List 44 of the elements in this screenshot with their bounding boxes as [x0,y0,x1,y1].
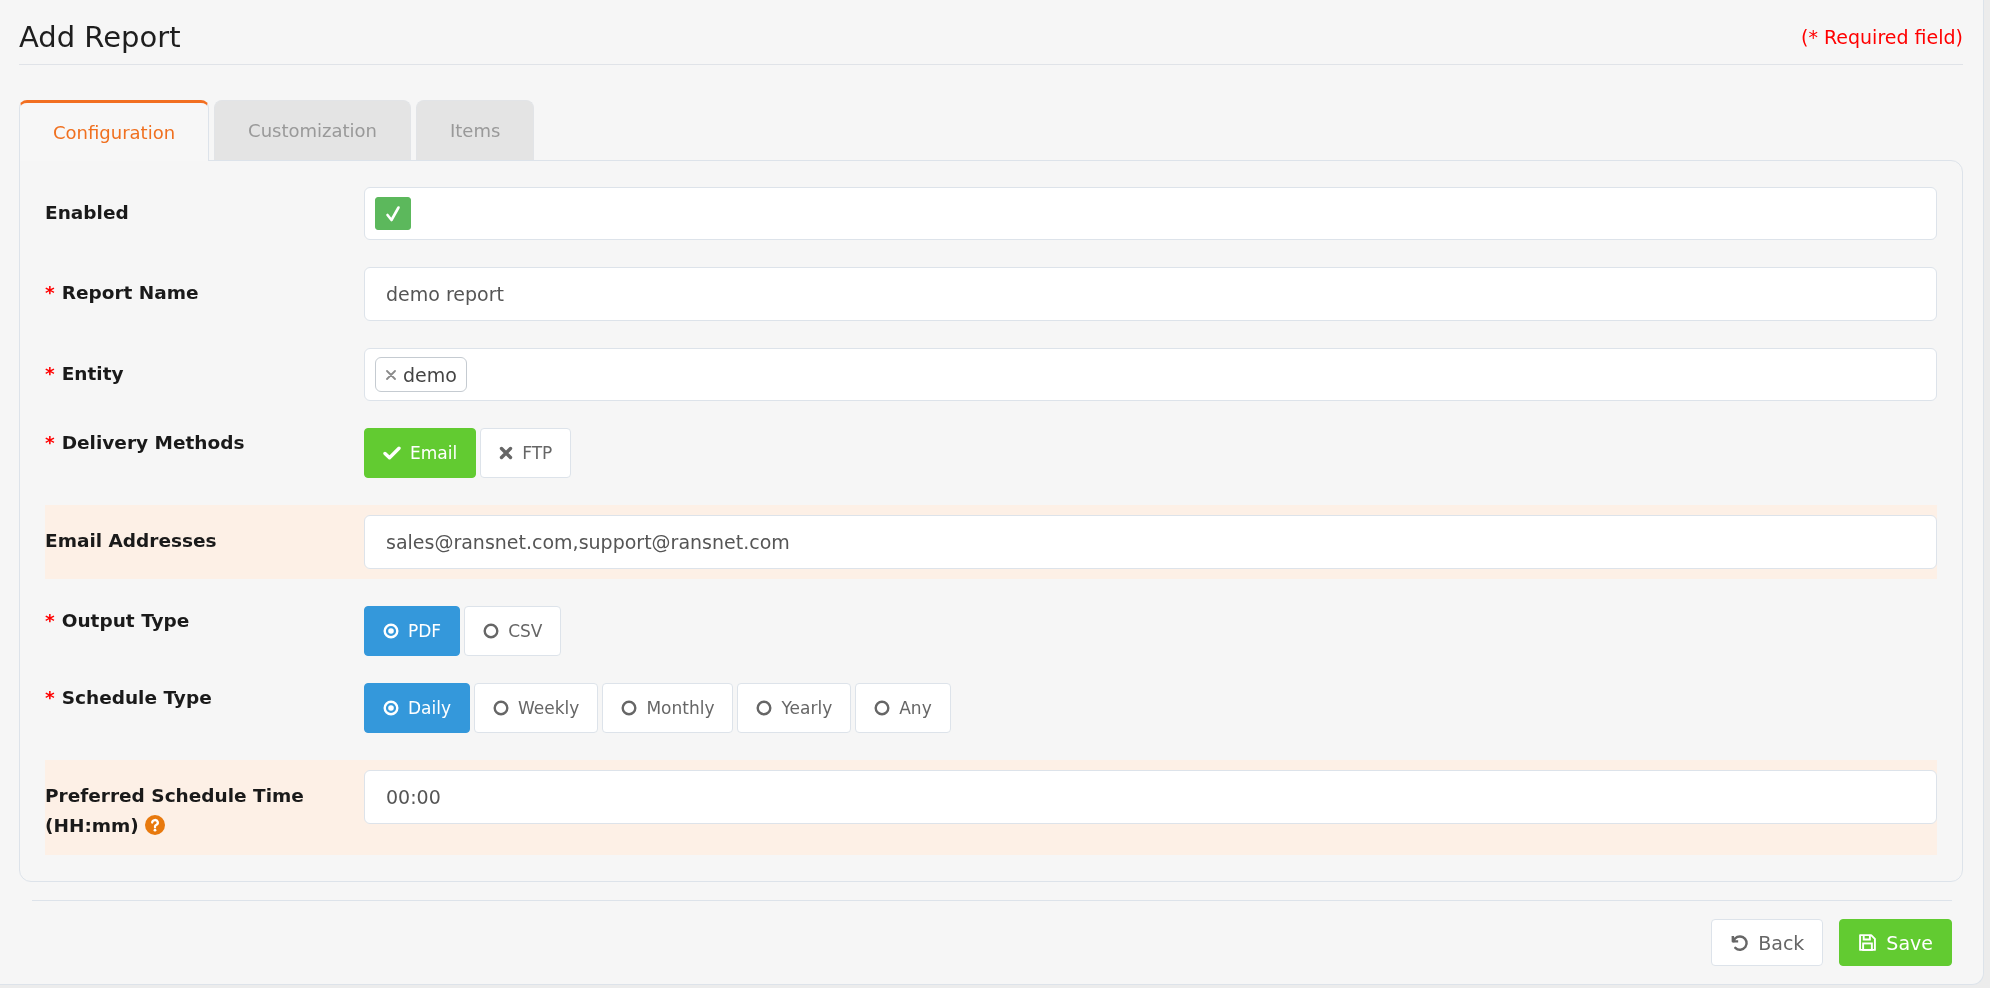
field-label: Email Addresses [45,530,217,551]
format-hint: (HH:mm) [45,815,139,836]
x-mark-icon [499,446,514,460]
checkbox[interactable] [375,197,411,230]
radio-button[interactable]: Monthly [602,683,734,733]
radio-icon [621,700,638,716]
field-label: Report Name [61,282,199,303]
back-button[interactable]: Back [1711,919,1824,966]
text-field[interactable]: demo report [364,267,1937,321]
radio-button[interactable]: Weekly [474,683,599,733]
required-mark: * [45,687,55,708]
required-mark: * [45,432,55,453]
radio-icon [483,623,500,639]
radio-icon [493,700,509,716]
field-label: Output Type [61,610,190,631]
required-field-note: (* Required field) [1801,25,1963,50]
radio-button[interactable]: CSV [464,606,562,656]
check-icon [385,204,401,223]
field-label: Schedule Type [61,687,212,708]
circular-arrow-icon [1730,933,1750,952]
required-mark: * [45,610,55,631]
radio-button[interactable]: Any [855,683,951,733]
tag-label: demo [403,363,457,386]
field-label: Delivery Methods [61,432,245,453]
radio-button[interactable]: Yearly [737,683,852,733]
radio-button[interactable]: PDF [364,606,461,656]
field-label: Enabled [45,202,129,223]
check-icon [383,446,401,460]
field-label: Preferred Schedule Time [45,785,304,806]
radio-icon [383,623,399,639]
required-mark: * [45,282,55,303]
required-mark: * [45,363,55,384]
help-icon[interactable] [144,815,165,835]
close-icon[interactable] [386,369,396,380]
text-field[interactable]: sales@ransnet.com,support@ransnet.com [364,515,1937,569]
radio-icon [383,700,399,716]
tag-select-field[interactable]: demo [364,348,1937,401]
toggle-button[interactable]: FTP [480,428,572,478]
radio-button[interactable]: Daily [364,683,470,733]
page-title: Add Report [19,19,181,56]
field-label: Entity [61,363,124,384]
radio-icon [874,700,891,716]
text-field[interactable]: 00:00 [364,770,1937,824]
radio-icon [756,700,773,716]
